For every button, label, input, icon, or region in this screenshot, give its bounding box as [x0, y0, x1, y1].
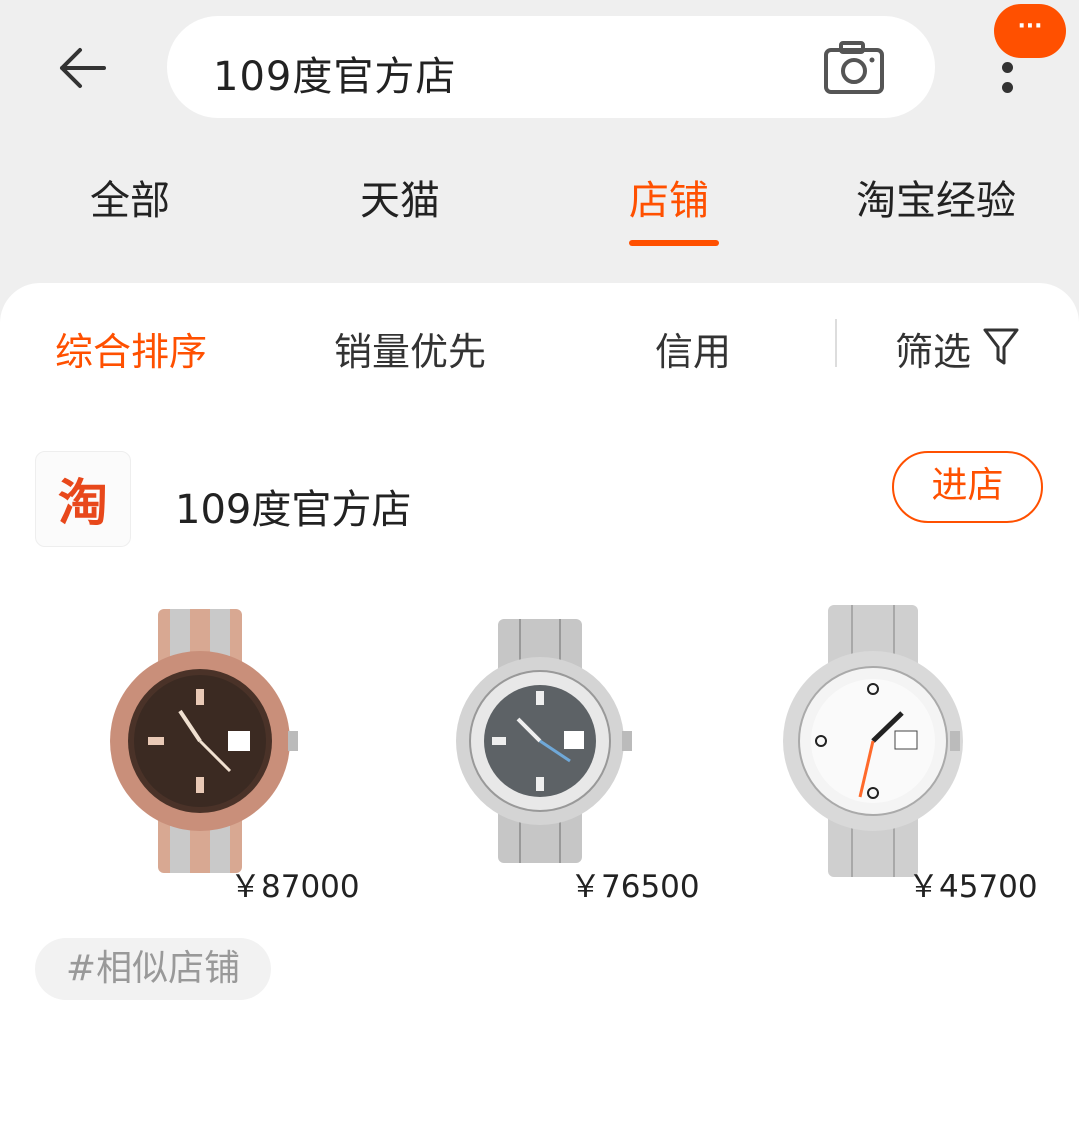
tab-taobao-experience[interactable]: 淘宝经验 [856, 168, 1016, 226]
tab-shops[interactable]: 店铺 [629, 168, 709, 226]
watch-image [783, 605, 963, 877]
tab-all[interactable]: 全部 [90, 168, 170, 226]
product-price: ￥76500 [570, 869, 700, 905]
active-tab-indicator [629, 240, 719, 246]
search-query[interactable]: 109度官方店 [213, 44, 456, 102]
product-price: ￥45700 [908, 869, 1038, 905]
more-dot-icon [1002, 62, 1013, 73]
more-dot-icon [1002, 82, 1013, 93]
more-menu-button[interactable] [988, 58, 1028, 98]
results-panel: 综合排序 销量优先 信用 筛选 淘 109度官方店 进店 ￥87000 ￥765… [0, 283, 1079, 1132]
product-card[interactable]: ￥45700 [780, 601, 1050, 905]
sort-comprehensive[interactable]: 综合排序 [55, 321, 207, 376]
sort-divider [835, 319, 837, 367]
watch-image [110, 609, 298, 873]
product-card[interactable]: ￥87000 [100, 601, 370, 905]
enter-shop-button[interactable]: 进店 [892, 451, 1043, 523]
sort-sales[interactable]: 销量优先 [334, 321, 486, 376]
category-tabs: 全部 天猫 店铺 淘宝经验 [0, 160, 1079, 250]
shop-name[interactable]: 109度官方店 [175, 477, 411, 535]
shop-logo[interactable]: 淘 [35, 451, 131, 547]
search-bar[interactable]: 109度官方店 [167, 16, 935, 118]
back-button[interactable] [52, 40, 112, 96]
taobao-logo-icon: 淘 [58, 474, 108, 532]
filter-button[interactable]: 筛选 [895, 321, 971, 376]
watch-image [456, 619, 632, 863]
camera-search-button[interactable] [823, 40, 885, 96]
filter-icon[interactable] [983, 327, 1019, 367]
tab-tmall[interactable]: 天猫 [360, 168, 440, 226]
product-price: ￥87000 [230, 869, 360, 905]
sort-credit[interactable]: 信用 [655, 321, 731, 376]
similar-shops-tag[interactable]: #相似店铺 [35, 938, 271, 1000]
camera-icon [824, 41, 884, 94]
header: 109度官方店 ··· [0, 0, 1079, 140]
arrow-left-icon [60, 48, 106, 88]
product-card[interactable]: ￥76500 [440, 601, 710, 905]
notification-badge[interactable]: ··· [994, 4, 1066, 58]
